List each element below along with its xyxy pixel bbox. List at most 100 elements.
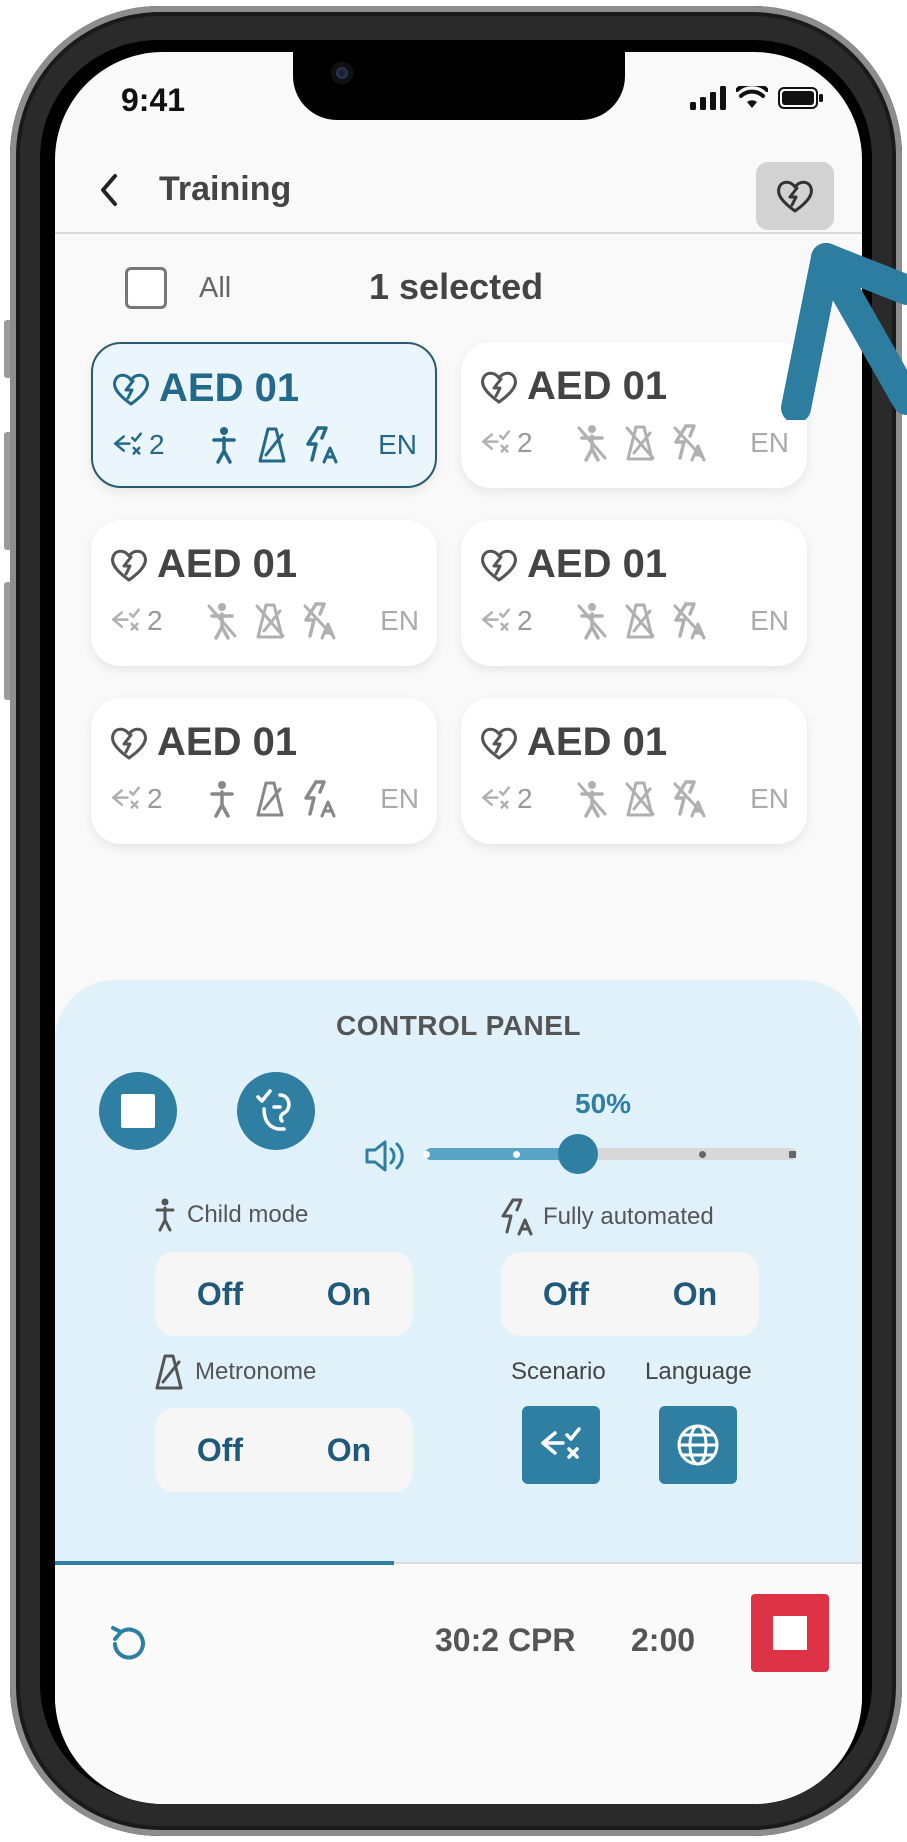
metronome-icon [155,1354,183,1390]
control-panel: CONTROL PANEL 50% Child mode Off On Full… [55,980,862,1570]
scenario-icon [482,608,510,631]
slider-tick [699,1151,706,1158]
volume-percent: 50% [575,1088,632,1119]
chevron-left-icon [101,174,117,206]
stop-icon [121,1094,155,1128]
heart-bolt-icon [481,727,517,759]
child-mode-text: Child mode [187,1201,309,1228]
child-mode-label: Child mode [153,1198,308,1232]
device-card[interactable]: AED 01 2 EN [91,520,437,666]
device-language: EN [750,427,789,458]
device-status-row: 2 EN [479,602,789,640]
fully-automated-on[interactable]: On [673,1276,717,1313]
child-icon [210,781,234,818]
child-icon [212,427,236,464]
heart-bolt-icon [777,180,813,213]
device-card-header: AED 01 [109,720,297,765]
metronome-label: Metronome [153,1354,316,1390]
device-name: AED 01 [157,542,298,586]
control-panel-title: CONTROL PANEL [335,1010,582,1041]
heart-bolt-icon [113,373,149,405]
globe-icon [677,1424,719,1466]
bolt-auto-icon [303,602,336,640]
device-card-header: AED 01 [479,542,667,587]
language-button[interactable] [659,1406,737,1484]
device-name: AED 01 [159,366,300,410]
device-mode-icons [207,426,339,464]
device-status-row: 2 EN [109,602,419,640]
device-card[interactable]: AED 01 2 EN [461,342,807,488]
bolt-auto-icon [304,780,336,818]
bolt-auto-icon [673,780,706,818]
volume-slider-fill [425,1148,578,1160]
language-label: Language [645,1358,752,1385]
metronome-off[interactable]: Off [197,1432,243,1469]
device-card-header: AED 01 [109,542,297,587]
device-language: EN [750,605,789,636]
device-language: EN [380,783,419,814]
scenario-icon [112,786,140,809]
wifi-icon [736,86,768,108]
device-card[interactable]: AED 01 2 EN [91,698,437,844]
selected-count: 1 selected [369,266,544,307]
device-scenario-number: 2 [147,605,163,636]
aed-connect-button[interactable] [756,162,834,230]
fully-automated-off[interactable]: Off [543,1276,589,1313]
header: Training [55,150,862,234]
device-card[interactable]: AED 01 2 EN [91,342,437,488]
device-scenario: 2 [109,783,199,815]
fully-automated-toggle[interactable]: Off On [501,1252,759,1336]
notch [293,52,625,120]
device-mode-icons [205,780,337,818]
child-mode-on[interactable]: On [327,1276,371,1313]
child-mode-off[interactable]: Off [197,1276,243,1313]
heart-bolt-icon [111,549,147,581]
fully-automated-text: Fully automated [543,1203,714,1230]
scenario-icon [112,608,140,631]
camera [331,62,353,84]
select-all-checkbox[interactable] [125,267,167,309]
scenario-button[interactable] [522,1406,600,1484]
bolt-auto-icon [306,426,338,464]
device-card[interactable]: AED 01 2 EN [461,698,807,844]
bolt-auto-icon [673,602,706,640]
metronome-icon [255,603,285,639]
stop-all-button[interactable] [99,1072,177,1150]
volume-slider[interactable] [423,1134,797,1174]
child-icon [155,1198,175,1232]
device-card-header: AED 01 [111,366,299,411]
select-all-label: All [199,271,232,304]
child-mode-toggle[interactable]: Off On [155,1252,413,1336]
reset-button[interactable] [103,1620,151,1673]
device-name: AED 01 [527,364,668,408]
stop-session-button[interactable] [751,1594,829,1672]
device-name: AED 01 [527,720,668,764]
bolt-auto-icon [673,424,706,462]
scenario-icon [114,432,142,455]
heart-bolt-icon [481,549,517,581]
reset-icon [111,1626,145,1660]
device-scenario-number: 2 [147,783,163,814]
volume-slider-thumb[interactable] [558,1134,598,1174]
metronome-on[interactable]: On [327,1432,371,1469]
bolt-auto-icon [501,1198,533,1236]
device-status-row: 2 EN [479,780,789,818]
metronome-toggle[interactable]: Off On [155,1408,413,1492]
slider-tick [423,1151,430,1158]
back-button[interactable] [95,170,125,210]
status-time: 9:41 [121,82,186,118]
annotation-arrow [781,243,907,420]
select-all-row: All [125,264,231,312]
device-scenario: 2 [479,427,569,459]
device-scenario: 2 [111,429,201,461]
child-icon [207,603,237,640]
slider-tick [513,1151,520,1158]
device-scenario-number: 2 [517,783,533,814]
metronome-icon [625,781,655,817]
patient-check-button[interactable] [237,1072,315,1150]
device-card[interactable]: AED 01 2 EN [461,520,807,666]
app-screen: 9:41 Training All 1 selected AED 01 2 EN… [55,52,862,1804]
device-mode-icons [575,780,707,818]
device-status-row: 2 EN [109,780,419,818]
device-status-row: 2 EN [479,424,789,462]
